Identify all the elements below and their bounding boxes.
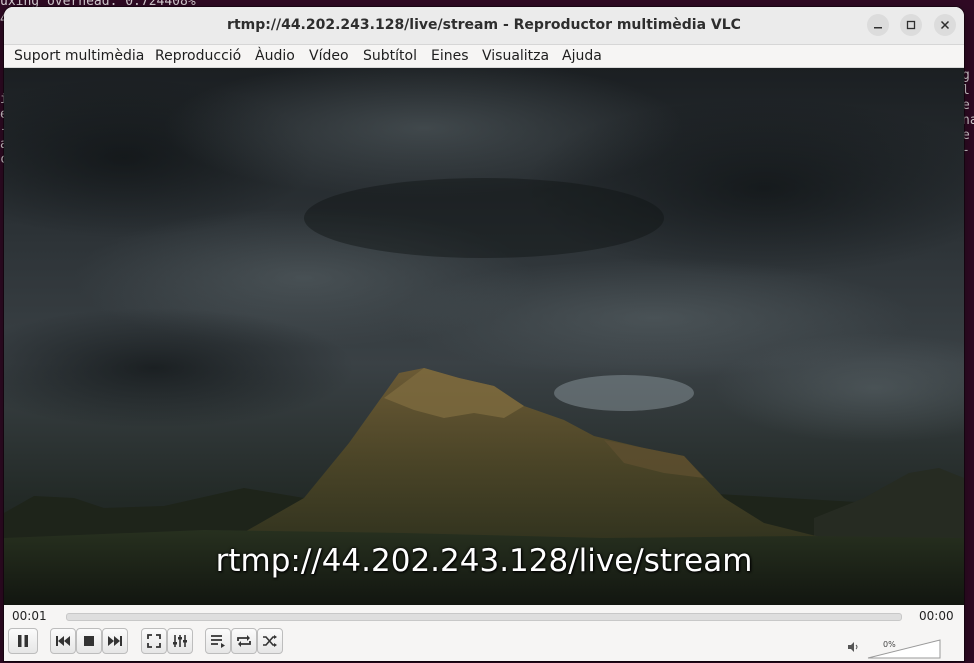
loop-button[interactable] <box>231 628 257 654</box>
maximize-button[interactable] <box>900 14 922 36</box>
elapsed-time: 00:01 <box>12 609 47 623</box>
play-pause-button[interactable] <box>8 628 38 654</box>
next-button[interactable] <box>102 628 128 654</box>
next-icon <box>108 636 122 646</box>
playlist-button[interactable] <box>205 628 231 654</box>
menu-tools[interactable]: Eines <box>431 45 469 67</box>
speaker-icon <box>848 642 858 652</box>
shuffle-button[interactable] <box>257 628 283 654</box>
maximize-icon <box>906 20 916 30</box>
menu-audio[interactable]: Àudio <box>255 45 295 67</box>
volume-ramp <box>867 639 941 659</box>
loop-icon <box>237 635 251 647</box>
menu-video[interactable]: Vídeo <box>309 45 349 67</box>
menu-help[interactable]: Ajuda <box>562 45 602 67</box>
video-area[interactable]: rtmp://44.202.243.128/live/stream <box>4 68 964 605</box>
shuffle-icon <box>263 635 277 647</box>
fullscreen-icon <box>147 634 161 648</box>
stop-button[interactable] <box>76 628 102 654</box>
menu-subtitle[interactable]: Subtítol <box>363 45 417 67</box>
stop-icon <box>84 636 94 646</box>
controls-panel: 00:01 00:00 0% <box>4 605 964 661</box>
pause-icon <box>18 635 28 647</box>
vlc-window: rtmp://44.202.243.128/live/stream - Repr… <box>4 7 964 661</box>
volume-slider[interactable] <box>866 637 942 659</box>
title-bar[interactable]: rtmp://44.202.243.128/live/stream - Repr… <box>4 7 964 45</box>
video-frame-landscape <box>4 68 964 605</box>
close-button[interactable] <box>934 14 956 36</box>
close-icon <box>940 20 950 30</box>
menu-playback[interactable]: Reproducció <box>155 45 241 67</box>
window-title: rtmp://44.202.243.128/live/stream - Repr… <box>227 17 741 33</box>
minimize-icon <box>874 27 882 29</box>
extended-settings-button[interactable] <box>167 628 193 654</box>
remaining-time[interactable]: 00:00 <box>919 609 954 623</box>
menu-media[interactable]: Suport multimèdia <box>14 45 144 67</box>
equalizer-icon <box>173 635 187 647</box>
minimize-button[interactable] <box>867 14 889 36</box>
playlist-icon <box>211 635 225 648</box>
stream-url-overlay: rtmp://44.202.243.128/live/stream <box>215 543 753 579</box>
menu-view[interactable]: Visualitza <box>482 45 549 67</box>
mute-button[interactable] <box>846 639 860 653</box>
fullscreen-button[interactable] <box>141 628 167 654</box>
previous-button[interactable] <box>50 628 76 654</box>
previous-icon <box>56 636 70 646</box>
seek-slider[interactable] <box>66 613 902 621</box>
menu-bar: Suport multimèdia Reproducció Àudio Víde… <box>4 45 964 68</box>
